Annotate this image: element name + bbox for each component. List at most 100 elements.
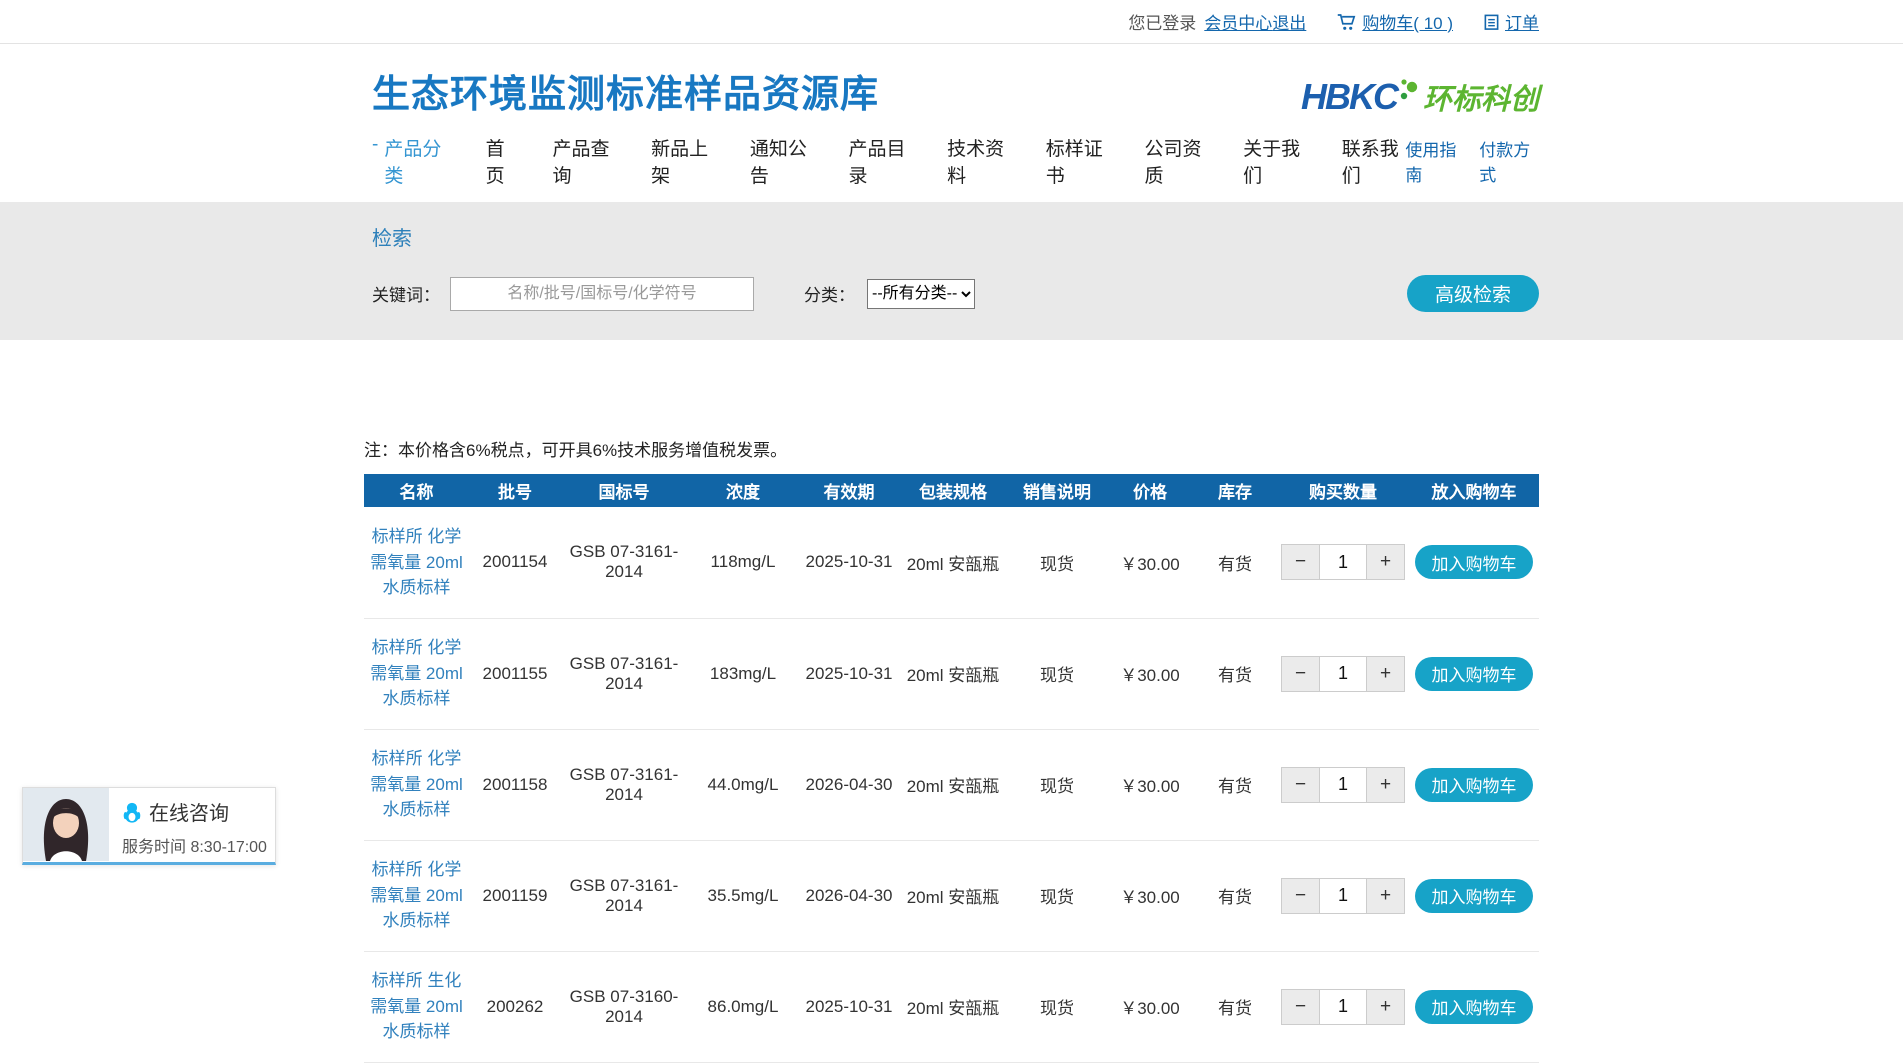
product-name-link[interactable]: 标样所 化学需氧量 20ml 水质标样 <box>368 635 465 712</box>
nav-item[interactable]: 技术资料 <box>947 134 1011 188</box>
nav-item[interactable]: 产品目录 <box>848 134 912 188</box>
add-to-cart-button[interactable]: 加入购物车 <box>1415 657 1533 691</box>
increase-quantity-button[interactable]: + <box>1366 879 1404 913</box>
table-row: 标样所 化学需氧量 20ml 水质标样 2001158 GSB 07-3161-… <box>364 729 1539 840</box>
site-header: 生态环境监测标准样品资源库 HBKC 环标科创 -产品分类 首页产品查询新品上架… <box>0 44 1903 202</box>
order-link[interactable]: 订单 <box>1505 9 1539 34</box>
price-cell: ￥30.00 <box>1107 618 1193 729</box>
member-center-link[interactable]: 会员中心 <box>1204 9 1272 34</box>
nav-item[interactable]: 新品上架 <box>651 134 715 188</box>
price-cell: ￥30.00 <box>1107 729 1193 840</box>
nav-item[interactable]: 首页 <box>486 134 518 188</box>
quantity-input[interactable] <box>1320 545 1366 579</box>
concentration-cell: 86.0mg/L <box>687 951 799 1062</box>
nav-active-label: 产品分类 <box>384 134 450 188</box>
nav-item[interactable]: 联系我们 <box>1342 134 1406 188</box>
nav-secondary-links: 使用指南 付款方式 <box>1405 136 1539 186</box>
brand-dots-icon <box>1397 76 1421 104</box>
decrease-quantity-button[interactable]: − <box>1282 657 1320 691</box>
column-header: 浓度 <box>687 474 799 507</box>
concentration-cell: 44.0mg/L <box>687 729 799 840</box>
column-header: 放入购物车 <box>1409 474 1539 507</box>
quantity-input[interactable] <box>1320 990 1366 1024</box>
package-cell: 20ml 安瓿瓶 <box>899 507 1007 618</box>
column-header: 价格 <box>1107 474 1193 507</box>
qq-icon <box>122 801 142 823</box>
chat-widget[interactable]: 在线咨询 服务时间 8:30-17:00 <box>22 787 276 865</box>
table-header-row: 名称批号国标号浓度有效期包装规格销售说明价格库存购买数量放入购物车 <box>364 474 1539 507</box>
nav-item[interactable]: 关于我们 <box>1243 134 1307 188</box>
nav-active-prefix: - <box>372 134 378 188</box>
concentration-cell: 118mg/L <box>687 507 799 618</box>
increase-quantity-button[interactable]: + <box>1366 990 1404 1024</box>
quantity-input[interactable] <box>1320 768 1366 802</box>
usage-guide-link[interactable]: 使用指南 <box>1405 136 1465 186</box>
main-content: 注：本价格含6%税点，可开具6%技术服务增值税发票。 名称批号国标号浓度有效期包… <box>364 436 1539 1063</box>
concentration-cell: 183mg/L <box>687 618 799 729</box>
batch-cell: 2001155 <box>469 618 561 729</box>
product-table-body: 标样所 化学需氧量 20ml 水质标样 2001154 GSB 07-3161-… <box>364 507 1539 1062</box>
stock-cell: 有货 <box>1193 951 1277 1062</box>
increase-quantity-button[interactable]: + <box>1366 545 1404 579</box>
product-name-link[interactable]: 标样所 化学需氧量 20ml 水质标样 <box>368 857 465 934</box>
cart-group: 购物车( 10 ) <box>1336 9 1453 34</box>
nav-item-product-categories[interactable]: -产品分类 <box>372 134 451 188</box>
category-label: 分类： <box>804 281 855 306</box>
increase-quantity-button[interactable]: + <box>1366 657 1404 691</box>
quantity-stepper: − + <box>1281 989 1405 1025</box>
batch-cell: 2001158 <box>469 729 561 840</box>
payment-method-link[interactable]: 付款方式 <box>1479 136 1539 186</box>
price-cell: ￥30.00 <box>1107 840 1193 951</box>
logout-link[interactable]: 退出 <box>1272 9 1306 34</box>
product-name-link[interactable]: 标样所 化学需氧量 20ml 水质标样 <box>368 746 465 823</box>
product-name-link[interactable]: 标样所 化学需氧量 20ml 水质标样 <box>368 524 465 601</box>
gsb-cell: GSB 07-3161-2014 <box>561 729 687 840</box>
stock-cell: 有货 <box>1193 729 1277 840</box>
sales-cell: 现货 <box>1007 507 1107 618</box>
brand-name: 环标科创 <box>1423 76 1539 118</box>
quantity-input[interactable] <box>1320 657 1366 691</box>
quantity-stepper: − + <box>1281 656 1405 692</box>
brand-logo-text: HBKC <box>1301 76 1397 118</box>
login-status: 您已登录 <box>1128 9 1196 34</box>
cart-link[interactable]: 购物车( 10 ) <box>1362 9 1453 34</box>
sales-cell: 现货 <box>1007 618 1107 729</box>
column-header: 购买数量 <box>1277 474 1409 507</box>
decrease-quantity-button[interactable]: − <box>1282 768 1320 802</box>
category-select[interactable]: --所有分类-- <box>867 279 975 309</box>
topbar: 您已登录 会员中心退出 购物车( 10 ) 订单 <box>0 0 1903 44</box>
table-row: 标样所 生化需氧量 20ml 水质标样 200262 GSB 07-3160-2… <box>364 951 1539 1062</box>
expiry-cell: 2025-10-31 <box>799 951 899 1062</box>
column-header: 有效期 <box>799 474 899 507</box>
nav-item[interactable]: 产品查询 <box>553 134 617 188</box>
nav-items: 首页产品查询新品上架通知公告产品目录技术资料标样证书公司资质关于我们联系我们 <box>451 134 1406 188</box>
gsb-cell: GSB 07-3161-2014 <box>561 618 687 729</box>
nav-item[interactable]: 公司资质 <box>1144 134 1208 188</box>
add-to-cart-button[interactable]: 加入购物车 <box>1415 990 1533 1024</box>
nav-item[interactable]: 标样证书 <box>1046 134 1110 188</box>
table-row: 标样所 化学需氧量 20ml 水质标样 2001154 GSB 07-3161-… <box>364 507 1539 618</box>
quantity-stepper: − + <box>1281 544 1405 580</box>
quantity-input[interactable] <box>1320 879 1366 913</box>
advanced-search-button[interactable]: 高级检索 <box>1407 275 1539 312</box>
keyword-input[interactable] <box>450 277 754 311</box>
column-header: 销售说明 <box>1007 474 1107 507</box>
search-title: 检索 <box>364 222 1539 251</box>
add-to-cart-button[interactable]: 加入购物车 <box>1415 545 1533 579</box>
product-name-link[interactable]: 标样所 生化需氧量 20ml 水质标样 <box>368 968 465 1045</box>
package-cell: 20ml 安瓿瓶 <box>899 840 1007 951</box>
add-to-cart-button[interactable]: 加入购物车 <box>1415 879 1533 913</box>
batch-cell: 200262 <box>469 951 561 1062</box>
price-cell: ￥30.00 <box>1107 951 1193 1062</box>
increase-quantity-button[interactable]: + <box>1366 768 1404 802</box>
expiry-cell: 2025-10-31 <box>799 507 899 618</box>
chat-title: 在线咨询 <box>149 797 229 826</box>
nav-item[interactable]: 通知公告 <box>750 134 814 188</box>
agent-photo <box>23 788 109 861</box>
chat-text: 在线咨询 服务时间 8:30-17:00 <box>109 788 267 862</box>
decrease-quantity-button[interactable]: − <box>1282 545 1320 579</box>
decrease-quantity-button[interactable]: − <box>1282 879 1320 913</box>
brand-logo: HBKC 环标科创 <box>1301 76 1539 118</box>
add-to-cart-button[interactable]: 加入购物车 <box>1415 768 1533 802</box>
decrease-quantity-button[interactable]: − <box>1282 990 1320 1024</box>
